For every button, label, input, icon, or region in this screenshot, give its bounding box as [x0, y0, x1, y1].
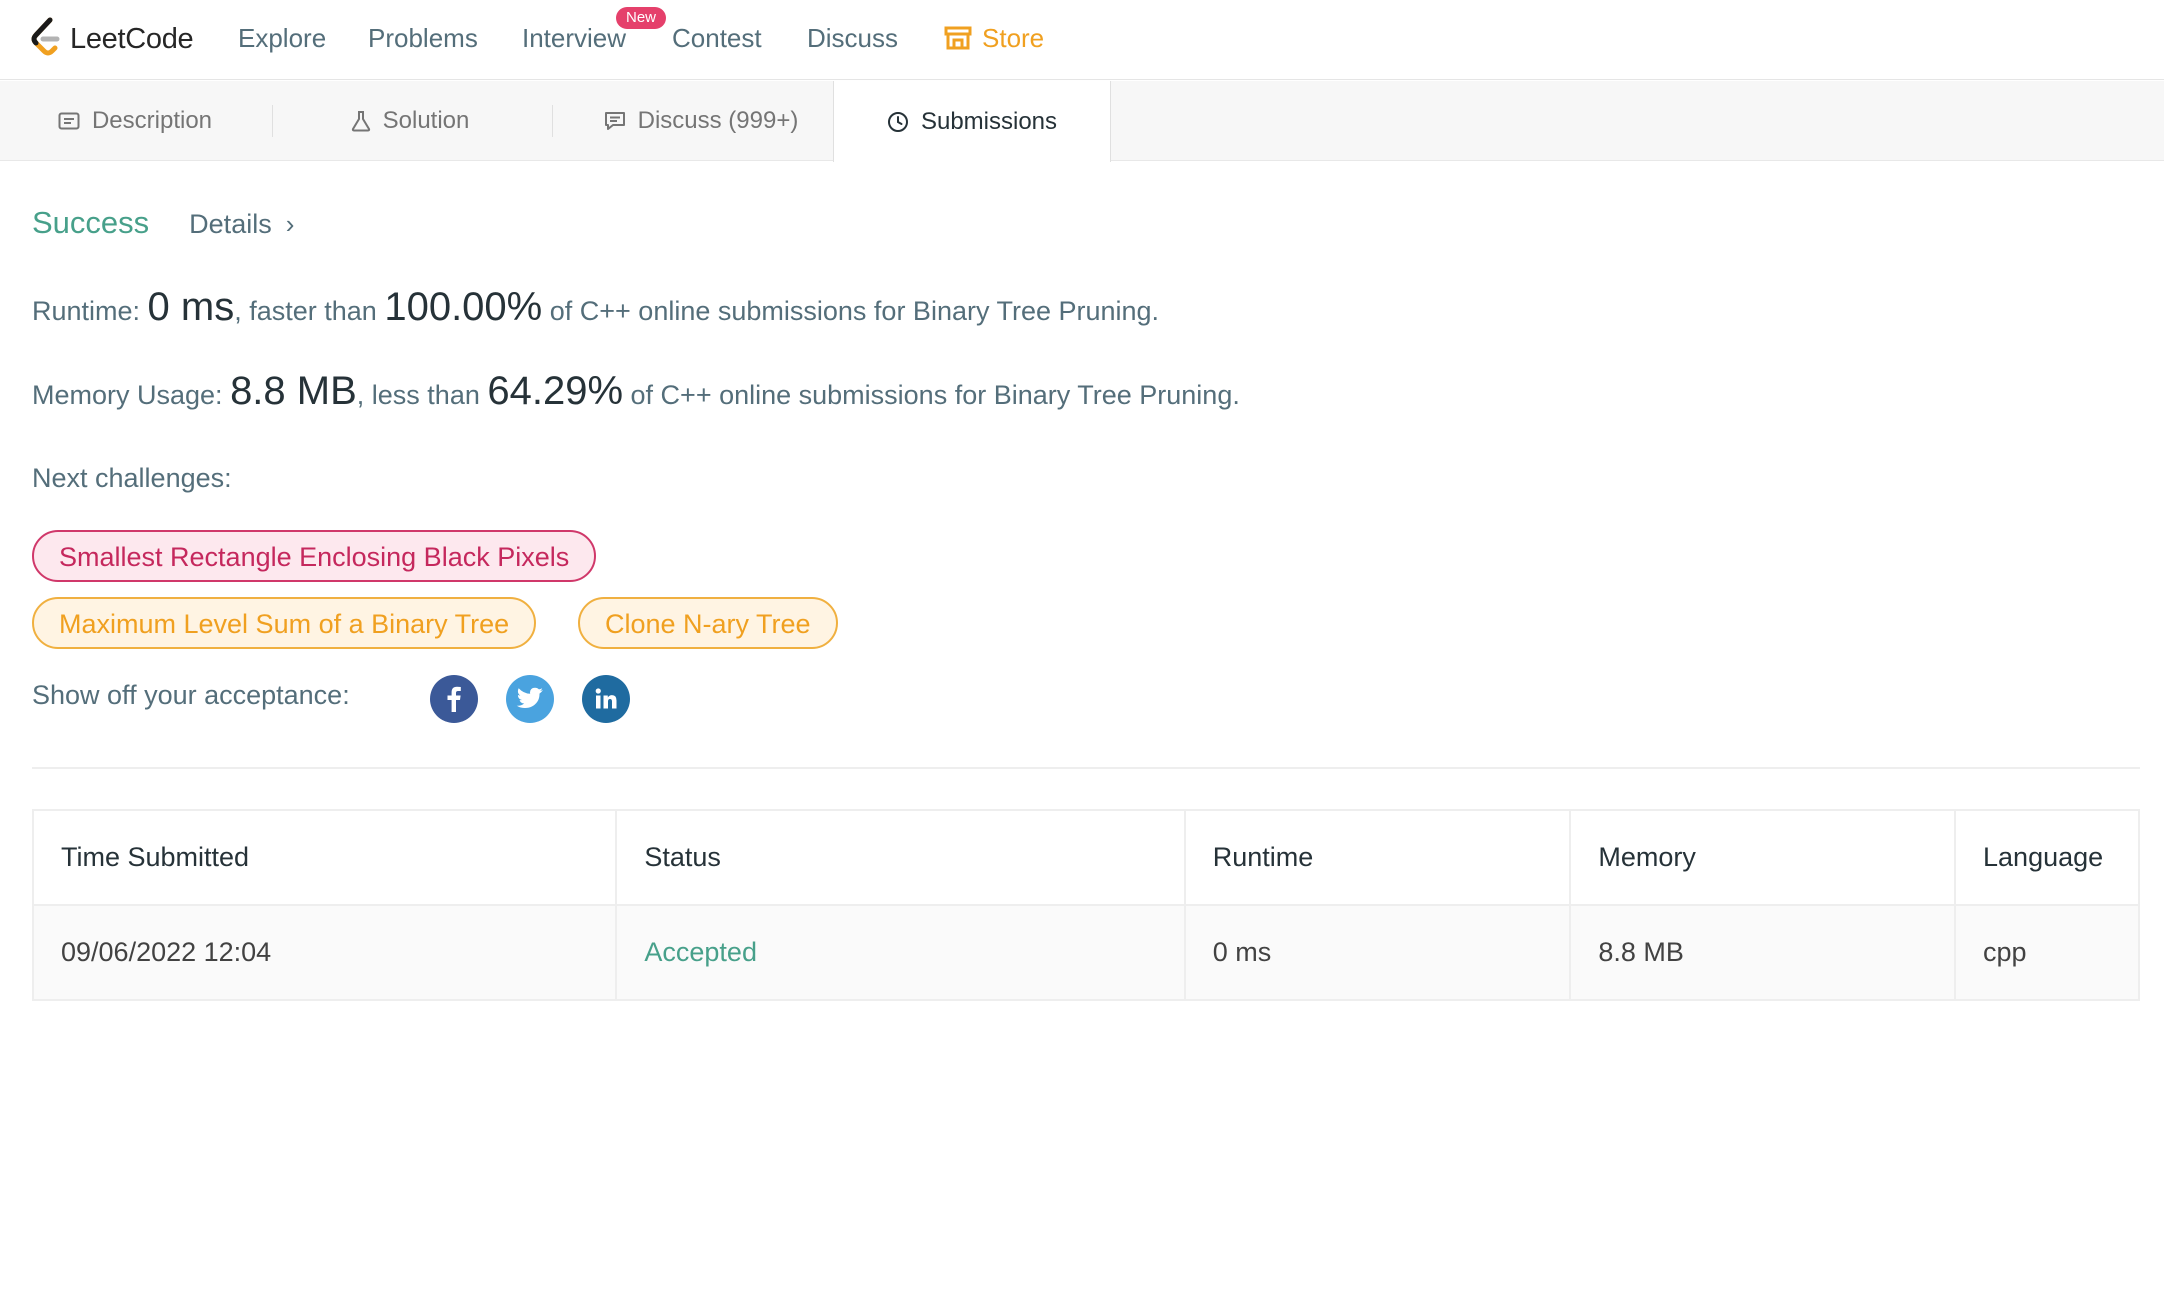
- runtime-cell: 0 ms: [1183, 904, 1572, 1001]
- runtime-mid: , faster than: [234, 296, 385, 326]
- logo-text: LeetCode: [70, 22, 194, 55]
- memory-mid: , less than: [356, 380, 488, 410]
- linkedin-icon: [595, 688, 617, 709]
- column-header[interactable]: Memory: [1569, 809, 1957, 906]
- new-badge: New: [616, 7, 667, 29]
- result-header: Success Details ›: [32, 205, 294, 241]
- memory-label: Memory Usage:: [32, 380, 231, 410]
- nav-explore[interactable]: Explore: [238, 20, 326, 56]
- comment-icon: [604, 112, 625, 130]
- store-icon: [944, 26, 972, 50]
- tab-discuss[interactable]: Discuss (999+): [570, 81, 832, 161]
- tab-description[interactable]: Description: [20, 81, 250, 161]
- description-icon: [58, 112, 80, 130]
- problem-tabbar: Description Solution Discuss (999+) Subm…: [0, 81, 2164, 162]
- nav-problems[interactable]: Problems: [368, 20, 478, 56]
- clock-icon: [887, 111, 908, 132]
- tab-separator: [272, 105, 273, 137]
- flask-icon: [351, 111, 370, 132]
- leetcode-logo[interactable]: LeetCode: [30, 14, 194, 64]
- tab-submissions-label: Submissions: [920, 107, 1058, 135]
- runtime-label: Runtime:: [32, 296, 148, 326]
- nav-store-label: Store: [982, 23, 1045, 53]
- details-link[interactable]: Details ›: [189, 209, 294, 240]
- leetcode-logo-icon: [31, 17, 60, 56]
- status-success: Success: [32, 205, 150, 240]
- tab-separator: [552, 105, 553, 137]
- runtime-stat: Runtime: 0 ms, faster than 100.00% of C+…: [32, 285, 1159, 330]
- nav-contest[interactable]: Contest: [672, 20, 762, 56]
- runtime-tail: of C++ online submissions for Binary Tre…: [542, 296, 1160, 326]
- chevron-right-icon: ›: [285, 209, 295, 239]
- challenge-chip[interactable]: Maximum Level Sum of a Binary Tree: [32, 597, 537, 649]
- linkedin-share-button[interactable]: [582, 675, 630, 723]
- nav-interview[interactable]: Interview: [522, 20, 626, 56]
- nav-discuss[interactable]: Discuss: [807, 20, 898, 56]
- section-divider: [32, 767, 2140, 769]
- tab-solution-label: Solution: [382, 107, 470, 134]
- column-header[interactable]: Runtime: [1183, 809, 1572, 906]
- memory-value: 8.8 MB: [230, 369, 357, 413]
- language-cell: cpp: [1954, 904, 2140, 1001]
- memory-cell: 8.8 MB: [1569, 904, 1957, 1001]
- time-submitted-cell: 09/06/2022 12:04: [31, 904, 618, 1001]
- tab-discuss-label: Discuss (999+): [637, 107, 799, 134]
- next-challenges-label: Next challenges:: [32, 463, 232, 493]
- top-navbar: LeetCode Explore Problems Interview New …: [0, 0, 2164, 80]
- facebook-share-button[interactable]: [430, 675, 478, 723]
- submissions-table: Time Submitted Status Runtime Memory Lan…: [31, 809, 2140, 1001]
- tab-description-label: Description: [91, 107, 213, 134]
- status-cell: Accepted: [615, 904, 1186, 1001]
- challenge-chip[interactable]: Smallest Rectangle Enclosing Black Pixel…: [32, 530, 597, 582]
- twitter-share-button[interactable]: [506, 675, 554, 723]
- challenge-chip[interactable]: Clone N-ary Tree: [578, 597, 838, 649]
- column-header[interactable]: Status: [615, 809, 1186, 906]
- nav-store[interactable]: Store: [944, 20, 1044, 56]
- share-label: Show off your acceptance:: [32, 680, 350, 710]
- tab-submissions[interactable]: Submissions: [833, 81, 1111, 162]
- details-label: Details: [189, 209, 272, 239]
- facebook-icon: [447, 686, 461, 712]
- table-row: 09/06/2022 12:04 Accepted 0 ms 8.8 MB cp…: [31, 904, 2140, 1001]
- memory-percent: 64.29%: [487, 369, 624, 413]
- table-header-row: Time Submitted Status Runtime Memory Lan…: [31, 809, 2140, 906]
- tab-solution[interactable]: Solution: [290, 81, 530, 161]
- column-header[interactable]: Language: [1954, 809, 2140, 906]
- memory-tail: of C++ online submissions for Binary Tre…: [623, 380, 1240, 410]
- runtime-percent: 100.00%: [384, 285, 543, 329]
- accepted-link[interactable]: Accepted: [644, 937, 757, 967]
- twitter-icon: [516, 687, 543, 708]
- memory-stat: Memory Usage: 8.8 MB, less than 64.29% o…: [32, 369, 1240, 414]
- column-header[interactable]: Time Submitted: [31, 809, 618, 906]
- runtime-value: 0 ms: [147, 285, 235, 329]
